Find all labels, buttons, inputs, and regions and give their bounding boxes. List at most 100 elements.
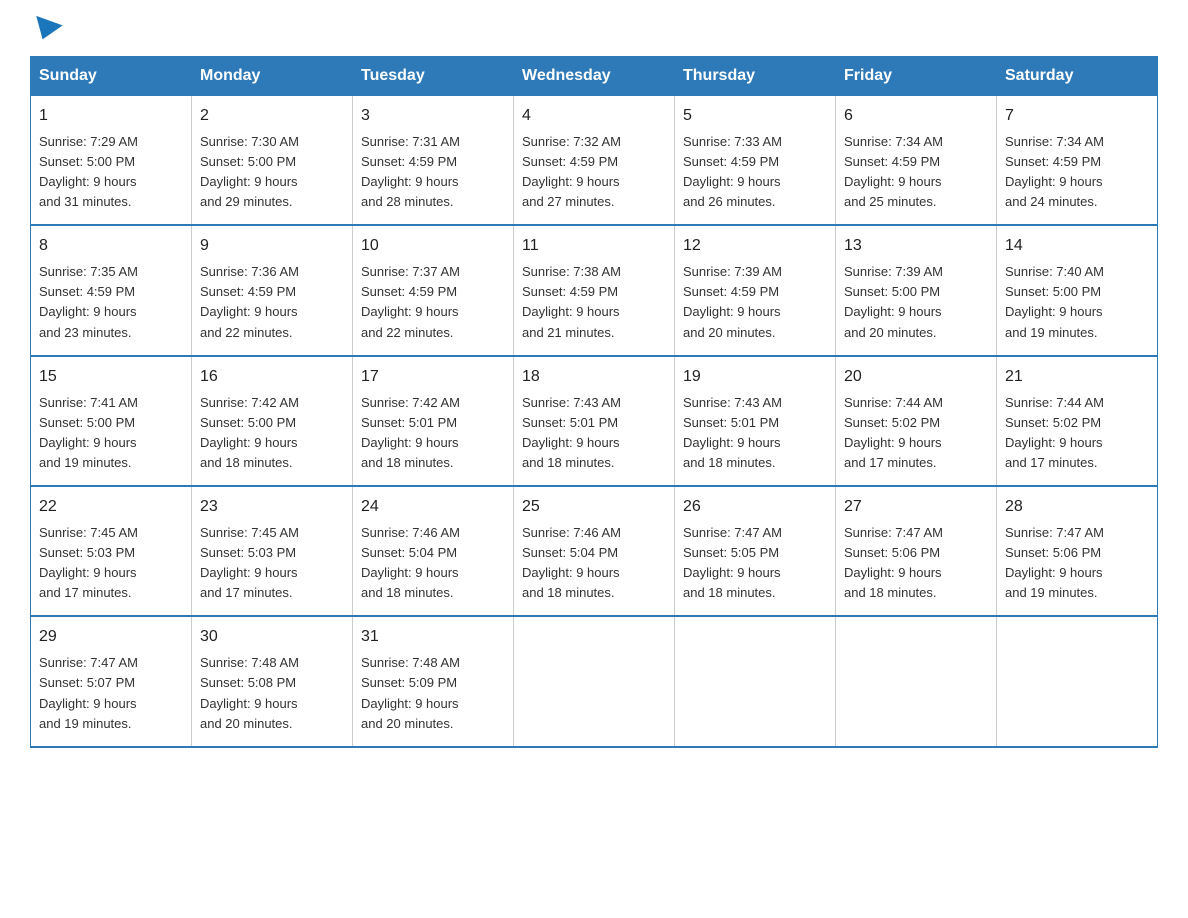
- calendar-cell: 18Sunrise: 7:43 AMSunset: 5:01 PMDayligh…: [514, 356, 675, 486]
- cell-content: Sunrise: 7:34 AMSunset: 4:59 PMDaylight:…: [844, 132, 988, 213]
- calendar-week-row: 29 Sunrise: 7:47 AMSunset: 5:07 PMDayligh…: [31, 616, 1158, 746]
- calendar-cell: 6 Sunrise: 7:34 AMSunset: 4:59 PMDaylight…: [836, 96, 997, 226]
- calendar-cell: [836, 616, 997, 746]
- cell-content: Sunrise: 7:43 AMSunset: 5:01 PMDaylight:…: [683, 393, 827, 474]
- cell-content: Sunrise: 7:31 AMSunset: 4:59 PMDaylight:…: [361, 132, 505, 213]
- cell-content: Sunrise: 7:29 AMSunset: 5:00 PMDaylight:…: [39, 132, 183, 213]
- calendar-week-row: 1Sunrise: 7:29 AMSunset: 5:00 PMDaylight…: [31, 96, 1158, 226]
- cell-content: Sunrise: 7:48 AMSunset: 5:09 PMDaylight:…: [361, 653, 505, 734]
- calendar-cell: [997, 616, 1158, 746]
- cell-content: Sunrise: 7:37 AMSunset: 4:59 PMDaylight:…: [361, 262, 505, 343]
- day-number: 24: [361, 495, 505, 520]
- cell-content: Sunrise: 7:44 AMSunset: 5:02 PMDaylight:…: [844, 393, 988, 474]
- day-number: 22: [39, 495, 183, 520]
- day-number: 23: [200, 495, 344, 520]
- calendar-cell: 12 Sunrise: 7:39 AMSunset: 4:59 PMDayligh…: [675, 225, 836, 355]
- day-number: 12: [683, 234, 827, 259]
- day-number: 25: [522, 495, 666, 520]
- day-number: 15: [39, 365, 183, 390]
- cell-content: Sunrise: 7:45 AMSunset: 5:03 PMDaylight:…: [200, 523, 344, 604]
- cell-content: Sunrise: 7:42 AMSunset: 5:01 PMDaylight:…: [361, 393, 505, 474]
- cell-content: Sunrise: 7:47 AMSunset: 5:06 PMDaylight:…: [1005, 523, 1149, 604]
- calendar-cell: 26 Sunrise: 7:47 AMSunset: 5:05 PMDayligh…: [675, 486, 836, 616]
- cell-content: Sunrise: 7:39 AMSunset: 5:00 PMDaylight:…: [844, 262, 988, 343]
- calendar-week-row: 22 Sunrise: 7:45 AMSunset: 5:03 PMDayligh…: [31, 486, 1158, 616]
- day-number: 29: [39, 625, 183, 650]
- day-number: 6: [844, 104, 988, 129]
- calendar-cell: 5Sunrise: 7:33 AMSunset: 4:59 PMDaylight…: [675, 96, 836, 226]
- cell-content: Sunrise: 7:38 AMSunset: 4:59 PMDaylight:…: [522, 262, 666, 343]
- cell-content: Sunrise: 7:36 AMSunset: 4:59 PMDaylight:…: [200, 262, 344, 343]
- calendar-cell: 24 Sunrise: 7:46 AMSunset: 5:04 PMDayligh…: [353, 486, 514, 616]
- day-number: 31: [361, 625, 505, 650]
- day-number: 10: [361, 234, 505, 259]
- calendar-cell: 16Sunrise: 7:42 AMSunset: 5:00 PMDayligh…: [192, 356, 353, 486]
- day-number: 17: [361, 365, 505, 390]
- calendar-cell: 3 Sunrise: 7:31 AMSunset: 4:59 PMDaylight…: [353, 96, 514, 226]
- cell-content: Sunrise: 7:46 AMSunset: 5:04 PMDaylight:…: [522, 523, 666, 604]
- cell-content: Sunrise: 7:48 AMSunset: 5:08 PMDaylight:…: [200, 653, 344, 734]
- calendar-cell: 28 Sunrise: 7:47 AMSunset: 5:06 PMDayligh…: [997, 486, 1158, 616]
- header-monday: Monday: [192, 57, 353, 96]
- header-saturday: Saturday: [997, 57, 1158, 96]
- day-number: 2: [200, 104, 344, 129]
- calendar-header-row: SundayMondayTuesdayWednesdayThursdayFrid…: [31, 57, 1158, 96]
- day-number: 14: [1005, 234, 1149, 259]
- calendar-table: SundayMondayTuesdayWednesdayThursdayFrid…: [30, 56, 1158, 748]
- logo: [30, 20, 62, 36]
- cell-content: Sunrise: 7:44 AMSunset: 5:02 PMDaylight:…: [1005, 393, 1149, 474]
- day-number: 13: [844, 234, 988, 259]
- calendar-cell: 22Sunrise: 7:45 AMSunset: 5:03 PMDayligh…: [31, 486, 192, 616]
- day-number: 21: [1005, 365, 1149, 390]
- cell-content: Sunrise: 7:40 AMSunset: 5:00 PMDaylight:…: [1005, 262, 1149, 343]
- day-number: 28: [1005, 495, 1149, 520]
- header-wednesday: Wednesday: [514, 57, 675, 96]
- calendar-cell: 4Sunrise: 7:32 AMSunset: 4:59 PMDaylight…: [514, 96, 675, 226]
- day-number: 20: [844, 365, 988, 390]
- day-number: 18: [522, 365, 666, 390]
- cell-content: Sunrise: 7:47 AMSunset: 5:05 PMDaylight:…: [683, 523, 827, 604]
- calendar-cell: 19 Sunrise: 7:43 AMSunset: 5:01 PMDayligh…: [675, 356, 836, 486]
- calendar-week-row: 15Sunrise: 7:41 AMSunset: 5:00 PMDayligh…: [31, 356, 1158, 486]
- calendar-cell: 1Sunrise: 7:29 AMSunset: 5:00 PMDaylight…: [31, 96, 192, 226]
- cell-content: Sunrise: 7:47 AMSunset: 5:07 PMDaylight:…: [39, 653, 183, 734]
- day-number: 30: [200, 625, 344, 650]
- calendar-cell: 9 Sunrise: 7:36 AMSunset: 4:59 PMDaylight…: [192, 225, 353, 355]
- calendar-cell: 30 Sunrise: 7:48 AMSunset: 5:08 PMDayligh…: [192, 616, 353, 746]
- calendar-cell: 10 Sunrise: 7:37 AMSunset: 4:59 PMDayligh…: [353, 225, 514, 355]
- day-number: 26: [683, 495, 827, 520]
- calendar-cell: 21 Sunrise: 7:44 AMSunset: 5:02 PMDayligh…: [997, 356, 1158, 486]
- calendar-cell: 14 Sunrise: 7:40 AMSunset: 5:00 PMDayligh…: [997, 225, 1158, 355]
- calendar-cell: 17 Sunrise: 7:42 AMSunset: 5:01 PMDayligh…: [353, 356, 514, 486]
- cell-content: Sunrise: 7:33 AMSunset: 4:59 PMDaylight:…: [683, 132, 827, 213]
- day-number: 19: [683, 365, 827, 390]
- calendar-cell: [675, 616, 836, 746]
- logo-triangle-icon: [29, 16, 62, 44]
- day-number: 4: [522, 104, 666, 129]
- day-number: 9: [200, 234, 344, 259]
- calendar-cell: 7Sunrise: 7:34 AMSunset: 4:59 PMDaylight…: [997, 96, 1158, 226]
- calendar-cell: 23 Sunrise: 7:45 AMSunset: 5:03 PMDayligh…: [192, 486, 353, 616]
- cell-content: Sunrise: 7:46 AMSunset: 5:04 PMDaylight:…: [361, 523, 505, 604]
- calendar-cell: 20 Sunrise: 7:44 AMSunset: 5:02 PMDayligh…: [836, 356, 997, 486]
- calendar-week-row: 8Sunrise: 7:35 AMSunset: 4:59 PMDaylight…: [31, 225, 1158, 355]
- calendar-cell: 15Sunrise: 7:41 AMSunset: 5:00 PMDayligh…: [31, 356, 192, 486]
- header-sunday: Sunday: [31, 57, 192, 96]
- header-friday: Friday: [836, 57, 997, 96]
- day-number: 7: [1005, 104, 1149, 129]
- calendar-cell: 8Sunrise: 7:35 AMSunset: 4:59 PMDaylight…: [31, 225, 192, 355]
- calendar-cell: 29 Sunrise: 7:47 AMSunset: 5:07 PMDayligh…: [31, 616, 192, 746]
- day-number: 11: [522, 234, 666, 259]
- calendar-cell: 2 Sunrise: 7:30 AMSunset: 5:00 PMDaylight…: [192, 96, 353, 226]
- cell-content: Sunrise: 7:42 AMSunset: 5:00 PMDaylight:…: [200, 393, 344, 474]
- cell-content: Sunrise: 7:35 AMSunset: 4:59 PMDaylight:…: [39, 262, 183, 343]
- calendar-cell: 27Sunrise: 7:47 AMSunset: 5:06 PMDayligh…: [836, 486, 997, 616]
- calendar-cell: 11 Sunrise: 7:38 AMSunset: 4:59 PMDayligh…: [514, 225, 675, 355]
- cell-content: Sunrise: 7:39 AMSunset: 4:59 PMDaylight:…: [683, 262, 827, 343]
- header-tuesday: Tuesday: [353, 57, 514, 96]
- calendar-cell: [514, 616, 675, 746]
- header-thursday: Thursday: [675, 57, 836, 96]
- day-number: 3: [361, 104, 505, 129]
- day-number: 27: [844, 495, 988, 520]
- cell-content: Sunrise: 7:30 AMSunset: 5:00 PMDaylight:…: [200, 132, 344, 213]
